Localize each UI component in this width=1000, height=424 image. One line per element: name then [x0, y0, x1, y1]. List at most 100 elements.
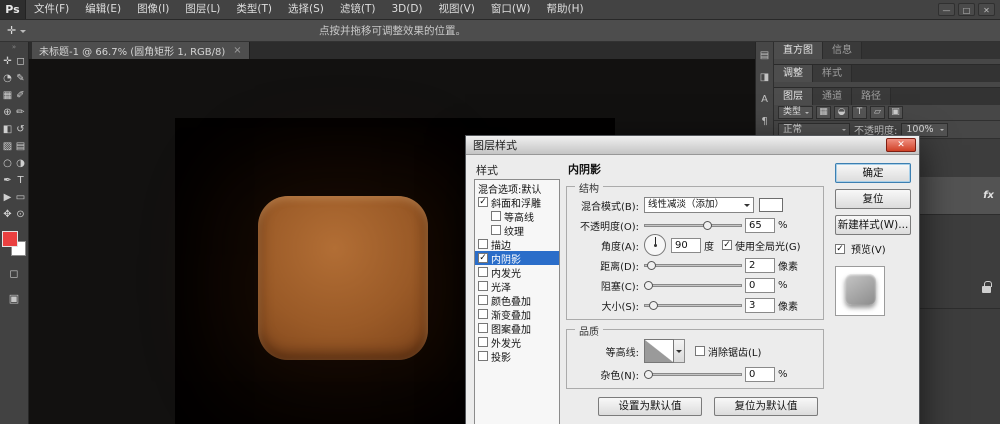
panel-tab-histogram[interactable]: 直方图 [774, 42, 823, 59]
size-input[interactable]: 3 [745, 297, 775, 313]
layers-filter-smart-icon[interactable]: ▣ [888, 106, 904, 119]
foreground-color-swatch[interactable] [2, 231, 18, 247]
layer-effects-fx-icon[interactable]: fx [983, 190, 994, 201]
effect-item-contour[interactable]: 等高线 [475, 209, 559, 224]
noise-input[interactable]: 0 [745, 366, 775, 382]
slider-thumb[interactable] [644, 369, 653, 379]
effect-item-inner-shadow[interactable]: 内阴影 [475, 251, 559, 266]
panel-tab-info[interactable]: 信息 [823, 42, 862, 59]
document-tab[interactable]: 未标题-1 @ 66.7% (圆角矩形 1, RGB/8) × [32, 42, 250, 59]
panel-icon-properties[interactable]: ◨ [758, 71, 771, 84]
effect-item-outer-glow[interactable]: 外发光 [475, 335, 559, 350]
current-tool-icon[interactable]: ✛ [7, 24, 16, 37]
effect-item-blending-options[interactable]: 混合选项:默认 [475, 181, 559, 196]
dialog-close-button[interactable]: ✕ [886, 138, 916, 152]
layers-filter-pixel-icon[interactable]: ▦ [816, 106, 832, 119]
dialog-titlebar[interactable]: 图层样式 ✕ [466, 136, 919, 155]
shadow-color-swatch[interactable] [759, 198, 783, 212]
preview-checkbox[interactable] [835, 243, 845, 254]
panel-tab-paths[interactable]: 路径 [852, 88, 891, 105]
effect-checkbox-texture[interactable] [491, 225, 501, 235]
menu-help[interactable]: 帮助(H) [539, 0, 592, 19]
tool-hand[interactable]: ✥ [1, 207, 14, 223]
opacity-input[interactable]: 65 [745, 217, 775, 233]
panel-icon-history[interactable]: ▤ [758, 49, 771, 62]
effect-checkbox-drop-shadow[interactable] [478, 351, 488, 361]
tool-shape[interactable]: ▭ [14, 190, 27, 206]
screen-mode-icon[interactable]: ▣ [7, 292, 21, 306]
opacity-slider[interactable] [644, 220, 742, 231]
distance-input[interactable]: 2 [745, 257, 775, 273]
menu-layer[interactable]: 图层(L) [177, 0, 228, 19]
panel-tab-layers[interactable]: 图层 [774, 88, 813, 105]
effect-checkbox-bevel-emboss[interactable] [478, 197, 488, 207]
angle-dial[interactable] [644, 234, 666, 256]
tool-type[interactable]: T [14, 173, 27, 189]
angle-input[interactable]: 90 [671, 237, 701, 253]
set-default-button[interactable]: 设置为默认值 [598, 397, 702, 416]
tool-lasso[interactable]: ◔ [1, 71, 14, 87]
layer-lock-icon[interactable] [982, 281, 992, 293]
effect-item-drop-shadow[interactable]: 投影 [475, 349, 559, 364]
contour-dropdown-icon[interactable] [674, 339, 685, 363]
quick-mask-icon[interactable]: ◻ [7, 267, 21, 281]
distance-slider[interactable] [644, 260, 742, 271]
layers-filter-type-icon[interactable]: T [852, 106, 868, 119]
layers-filter-shape-icon[interactable]: ▱ [870, 106, 886, 119]
effect-checkbox-stroke[interactable] [478, 239, 488, 249]
choke-slider[interactable] [644, 280, 742, 291]
layers-filter-type-select[interactable]: 类型 [778, 106, 814, 119]
blend-mode-dropdown[interactable]: 线性减淡（添加） [644, 197, 754, 213]
tool-history-brush[interactable]: ↺ [14, 122, 27, 138]
tool-move[interactable]: ✛ [1, 54, 14, 70]
tool-healing-brush[interactable]: ⊕ [1, 105, 14, 121]
tool-brush[interactable]: ✏ [14, 105, 27, 121]
antialias-checkbox[interactable] [695, 346, 705, 356]
tool-dodge[interactable]: ◑ [14, 156, 27, 172]
menu-select[interactable]: 选择(S) [280, 0, 332, 19]
effect-checkbox-contour[interactable] [491, 211, 501, 221]
effect-item-inner-glow[interactable]: 内发光 [475, 265, 559, 280]
window-close-button[interactable]: ✕ [978, 3, 995, 16]
tool-pen[interactable]: ✒ [1, 173, 14, 189]
layers-filter-adjustment-icon[interactable]: ◒ [834, 106, 850, 119]
slider-thumb[interactable] [646, 260, 656, 270]
contour-picker[interactable] [644, 339, 674, 363]
new-style-button[interactable]: 新建样式(W)... [835, 215, 911, 235]
effect-item-satin[interactable]: 光泽 [475, 279, 559, 294]
tool-gradient[interactable]: ▤ [14, 139, 27, 155]
tool-quick-selection[interactable]: ✎ [14, 71, 27, 87]
ok-button[interactable]: 确定 [835, 163, 911, 183]
panel-tab-styles[interactable]: 样式 [813, 65, 852, 82]
panel-icon-character[interactable]: A [758, 93, 771, 106]
panel-icon-paragraph[interactable]: ¶ [758, 115, 771, 128]
slider-thumb[interactable] [644, 280, 653, 290]
effect-item-gradient-overlay[interactable]: 渐变叠加 [475, 307, 559, 322]
effect-item-pattern-overlay[interactable]: 图案叠加 [475, 321, 559, 336]
menu-filter[interactable]: 滤镜(T) [332, 0, 384, 19]
tool-blur[interactable]: ○ [1, 156, 14, 172]
choke-input[interactable]: 0 [745, 277, 775, 293]
window-maximize-button[interactable]: □ [958, 3, 975, 16]
panel-tab-channels[interactable]: 通道 [813, 88, 852, 105]
reset-default-button[interactable]: 复位为默认值 [714, 397, 818, 416]
global-light-checkbox[interactable] [722, 240, 732, 250]
effect-checkbox-color-overlay[interactable] [478, 295, 488, 305]
effect-checkbox-satin[interactable] [478, 281, 488, 291]
reset-button[interactable]: 复位 [835, 189, 911, 209]
noise-slider[interactable] [644, 369, 742, 380]
tab-close-icon[interactable]: × [233, 45, 241, 56]
effect-checkbox-outer-glow[interactable] [478, 337, 488, 347]
slider-thumb[interactable] [702, 220, 712, 230]
tool-clone-stamp[interactable]: ◧ [1, 122, 14, 138]
effect-checkbox-pattern-overlay[interactable] [478, 323, 488, 333]
menu-view[interactable]: 视图(V) [431, 0, 483, 19]
tool-marquee[interactable]: ◻ [14, 54, 27, 70]
menu-window[interactable]: 窗口(W) [483, 0, 539, 19]
panel-tab-adjustments[interactable]: 调整 [774, 65, 813, 82]
menu-image[interactable]: 图像(I) [129, 0, 177, 19]
size-slider[interactable] [644, 300, 742, 311]
collapse-tools-icon[interactable] [0, 42, 28, 52]
effect-item-bevel-emboss[interactable]: 斜面和浮雕 [475, 195, 559, 210]
tool-path-selection[interactable]: ▶ [1, 190, 14, 206]
